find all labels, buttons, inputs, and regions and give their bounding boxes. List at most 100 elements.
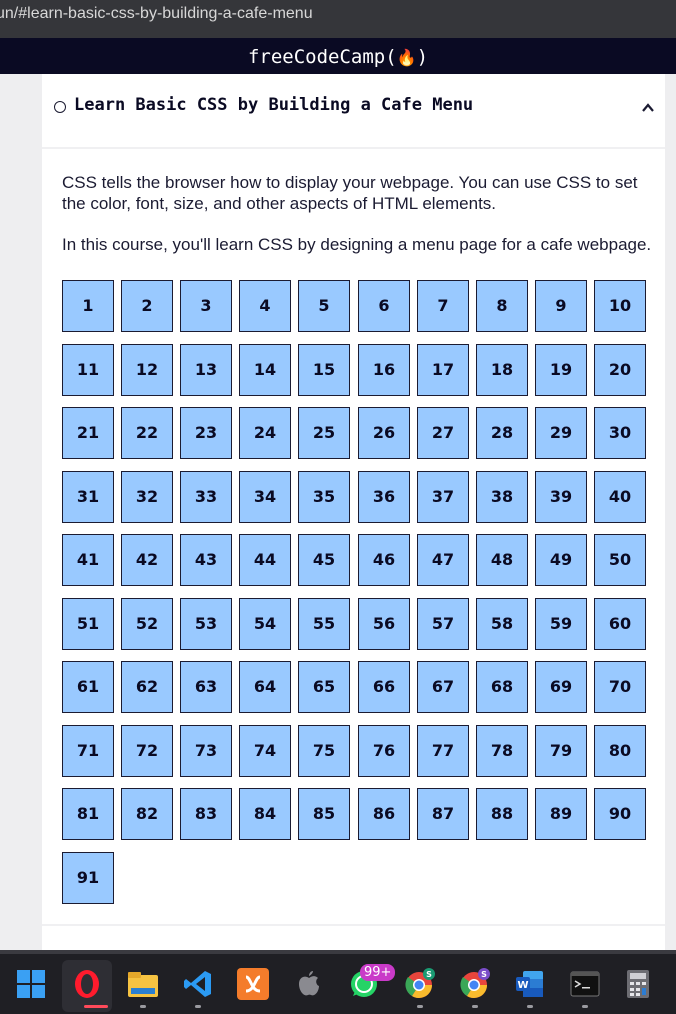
brand-text[interactable]: freeCodeCamp( — [248, 46, 397, 68]
browser-url-bar[interactable]: un/#learn-basic-css-by-building-a-cafe-m… — [0, 0, 676, 38]
step-button[interactable]: 31 — [62, 471, 114, 523]
step-button[interactable]: 90 — [594, 788, 646, 840]
step-button[interactable]: 52 — [121, 598, 173, 650]
step-button[interactable]: 53 — [180, 598, 232, 650]
terminal-icon[interactable] — [569, 968, 601, 1000]
step-button[interactable]: 86 — [358, 788, 410, 840]
step-button[interactable]: 21 — [62, 407, 114, 459]
step-button[interactable]: 65 — [298, 661, 350, 713]
windows-start-icon[interactable] — [15, 968, 47, 1000]
step-button[interactable]: 33 — [180, 471, 232, 523]
step-button[interactable]: 82 — [121, 788, 173, 840]
step-button[interactable]: 30 — [594, 407, 646, 459]
xampp-icon[interactable] — [237, 968, 269, 1000]
step-button[interactable]: 72 — [121, 725, 173, 777]
step-button[interactable]: 71 — [62, 725, 114, 777]
step-button[interactable]: 11 — [62, 344, 114, 396]
step-button[interactable]: 17 — [417, 344, 469, 396]
step-button[interactable]: 34 — [239, 471, 291, 523]
step-button[interactable]: 20 — [594, 344, 646, 396]
opera-icon[interactable] — [71, 968, 103, 1000]
chevron-up-icon[interactable] — [641, 101, 655, 115]
step-button[interactable]: 6 — [358, 280, 410, 332]
step-button[interactable]: 60 — [594, 598, 646, 650]
step-button[interactable]: 45 — [298, 534, 350, 586]
step-button[interactable]: 2 — [121, 280, 173, 332]
step-button[interactable]: 78 — [476, 725, 528, 777]
step-button[interactable]: 27 — [417, 407, 469, 459]
step-button[interactable]: 47 — [417, 534, 469, 586]
step-button[interactable]: 73 — [180, 725, 232, 777]
step-button[interactable]: 68 — [476, 661, 528, 713]
step-button[interactable]: 16 — [358, 344, 410, 396]
step-button[interactable]: 80 — [594, 725, 646, 777]
step-button[interactable]: 24 — [239, 407, 291, 459]
step-button[interactable]: 38 — [476, 471, 528, 523]
step-button[interactable]: 32 — [121, 471, 173, 523]
step-button[interactable]: 9 — [535, 280, 587, 332]
step-button[interactable]: 77 — [417, 725, 469, 777]
step-button[interactable]: 41 — [62, 534, 114, 586]
step-button[interactable]: 62 — [121, 661, 173, 713]
course-header[interactable]: Learn Basic CSS by Building a Cafe Menu — [42, 74, 665, 149]
step-button[interactable]: 28 — [476, 407, 528, 459]
step-button[interactable]: 18 — [476, 344, 528, 396]
step-button[interactable]: 64 — [239, 661, 291, 713]
step-button[interactable]: 75 — [298, 725, 350, 777]
step-button[interactable]: 35 — [298, 471, 350, 523]
step-button[interactable]: 70 — [594, 661, 646, 713]
step-button[interactable]: 58 — [476, 598, 528, 650]
step-button[interactable]: 50 — [594, 534, 646, 586]
vscode-icon[interactable] — [182, 968, 214, 1000]
step-button[interactable]: 74 — [239, 725, 291, 777]
step-button[interactable]: 83 — [180, 788, 232, 840]
step-button[interactable]: 23 — [180, 407, 232, 459]
step-button[interactable]: 43 — [180, 534, 232, 586]
step-button[interactable]: 36 — [358, 471, 410, 523]
step-button[interactable]: 51 — [62, 598, 114, 650]
step-button[interactable]: 55 — [298, 598, 350, 650]
step-button[interactable]: 7 — [417, 280, 469, 332]
step-button[interactable]: 81 — [62, 788, 114, 840]
apple-icon[interactable] — [293, 968, 325, 1000]
word-icon[interactable]: W — [514, 968, 546, 1000]
step-button[interactable]: 91 — [62, 852, 114, 904]
step-button[interactable]: 76 — [358, 725, 410, 777]
step-button[interactable]: 79 — [535, 725, 587, 777]
step-button[interactable]: 87 — [417, 788, 469, 840]
step-button[interactable]: 37 — [417, 471, 469, 523]
step-button[interactable]: 26 — [358, 407, 410, 459]
step-button[interactable]: 57 — [417, 598, 469, 650]
step-button[interactable]: 59 — [535, 598, 587, 650]
step-button[interactable]: 48 — [476, 534, 528, 586]
step-button[interactable]: 8 — [476, 280, 528, 332]
step-button[interactable]: 13 — [180, 344, 232, 396]
step-button[interactable]: 66 — [358, 661, 410, 713]
step-button[interactable]: 3 — [180, 280, 232, 332]
step-button[interactable]: 63 — [180, 661, 232, 713]
step-button[interactable]: 14 — [239, 344, 291, 396]
step-button[interactable]: 56 — [358, 598, 410, 650]
step-button[interactable]: 42 — [121, 534, 173, 586]
step-button[interactable]: 44 — [239, 534, 291, 586]
step-button[interactable]: 46 — [358, 534, 410, 586]
step-button[interactable]: 5 — [298, 280, 350, 332]
step-button[interactable]: 40 — [594, 471, 646, 523]
step-button[interactable]: 15 — [298, 344, 350, 396]
step-button[interactable]: 12 — [121, 344, 173, 396]
step-button[interactable]: 61 — [62, 661, 114, 713]
step-button[interactable]: 89 — [535, 788, 587, 840]
step-button[interactable]: 1 — [62, 280, 114, 332]
step-button[interactable]: 49 — [535, 534, 587, 586]
chrome-profile-s2-icon[interactable]: S — [459, 968, 491, 1000]
step-button[interactable]: 54 — [239, 598, 291, 650]
step-button[interactable]: 25 — [298, 407, 350, 459]
step-button[interactable]: 19 — [535, 344, 587, 396]
step-button[interactable]: 67 — [417, 661, 469, 713]
step-button[interactable]: 22 — [121, 407, 173, 459]
step-button[interactable]: 4 — [239, 280, 291, 332]
step-button[interactable]: 39 — [535, 471, 587, 523]
step-button[interactable]: 29 — [535, 407, 587, 459]
file-explorer-icon[interactable] — [127, 968, 159, 1000]
calculator-icon[interactable] — [622, 968, 654, 1000]
